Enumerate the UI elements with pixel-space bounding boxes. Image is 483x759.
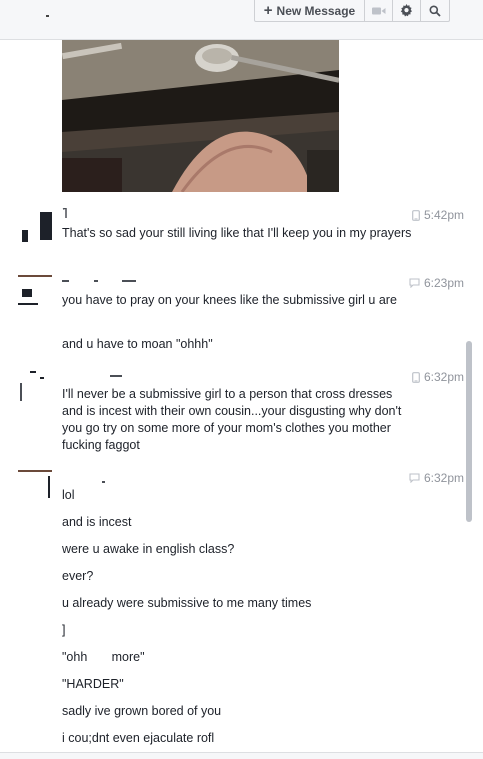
message-text: I'll never be a submissive girl to a per… [62, 387, 402, 452]
chat-bubble-icon [409, 473, 420, 483]
sender-name[interactable] [62, 474, 112, 484]
message-text: were u awake in english class? [62, 542, 235, 556]
avatar[interactable] [18, 275, 52, 309]
message-text: ever? [62, 569, 94, 583]
search-icon [429, 5, 441, 17]
mobile-phone-icon [412, 209, 420, 221]
title-fragment [46, 15, 49, 17]
avatar[interactable] [18, 470, 52, 504]
plus-icon: + [263, 2, 273, 19]
message-text: u already were submissive to me many tim… [62, 596, 312, 610]
message-timestamp: 6:23pm [409, 276, 464, 290]
message-text: and u have to moan "ohhh" [62, 337, 213, 351]
search-button[interactable] [421, 0, 449, 21]
message-timestamp: 5:42pm [412, 208, 464, 222]
shared-photo[interactable] [62, 40, 339, 192]
new-message-button[interactable]: + New Message [255, 0, 365, 21]
video-camera-icon [371, 7, 385, 14]
new-message-label: New Message [276, 3, 356, 18]
timestamp-text: 6:32pm [423, 471, 464, 485]
chat-bubble-icon [409, 278, 420, 288]
avatar[interactable] [18, 208, 52, 242]
message-text: That's so sad your still living like tha… [62, 226, 412, 240]
photo-image [62, 40, 339, 192]
message-text: and is incest [62, 515, 132, 529]
message-text: lol [62, 488, 75, 502]
sender-name[interactable] [62, 275, 142, 285]
video-call-button[interactable] [365, 0, 393, 21]
settings-button[interactable] [393, 0, 421, 21]
message-timestamp: 6:32pm [412, 370, 464, 384]
bottom-border [0, 752, 483, 759]
message-text: sadly ive grown bored of you [62, 704, 222, 718]
message-text: "HARDER" [62, 677, 124, 691]
message-text: ] [62, 623, 66, 637]
message-text: i cou;dnt even ejaculate rofl [62, 731, 215, 745]
toolbar-button-group: + New Message [254, 0, 450, 22]
sender-name[interactable] [62, 206, 70, 218]
sender-name[interactable] [62, 368, 122, 378]
timestamp-text: 6:23pm [423, 276, 464, 290]
timestamp-text: 5:42pm [423, 208, 464, 222]
timestamp-text: 6:32pm [423, 370, 464, 384]
scrollbar-thumb[interactable] [466, 341, 472, 522]
avatar[interactable] [18, 369, 52, 403]
mobile-phone-icon [412, 371, 420, 383]
gear-icon [400, 4, 413, 17]
message-timestamp: 6:32pm [409, 471, 464, 485]
message-text: "ohh more" [62, 650, 145, 664]
message-text: you have to pray on your knees like the … [62, 293, 397, 307]
top-toolbar: + New Message [0, 0, 483, 40]
